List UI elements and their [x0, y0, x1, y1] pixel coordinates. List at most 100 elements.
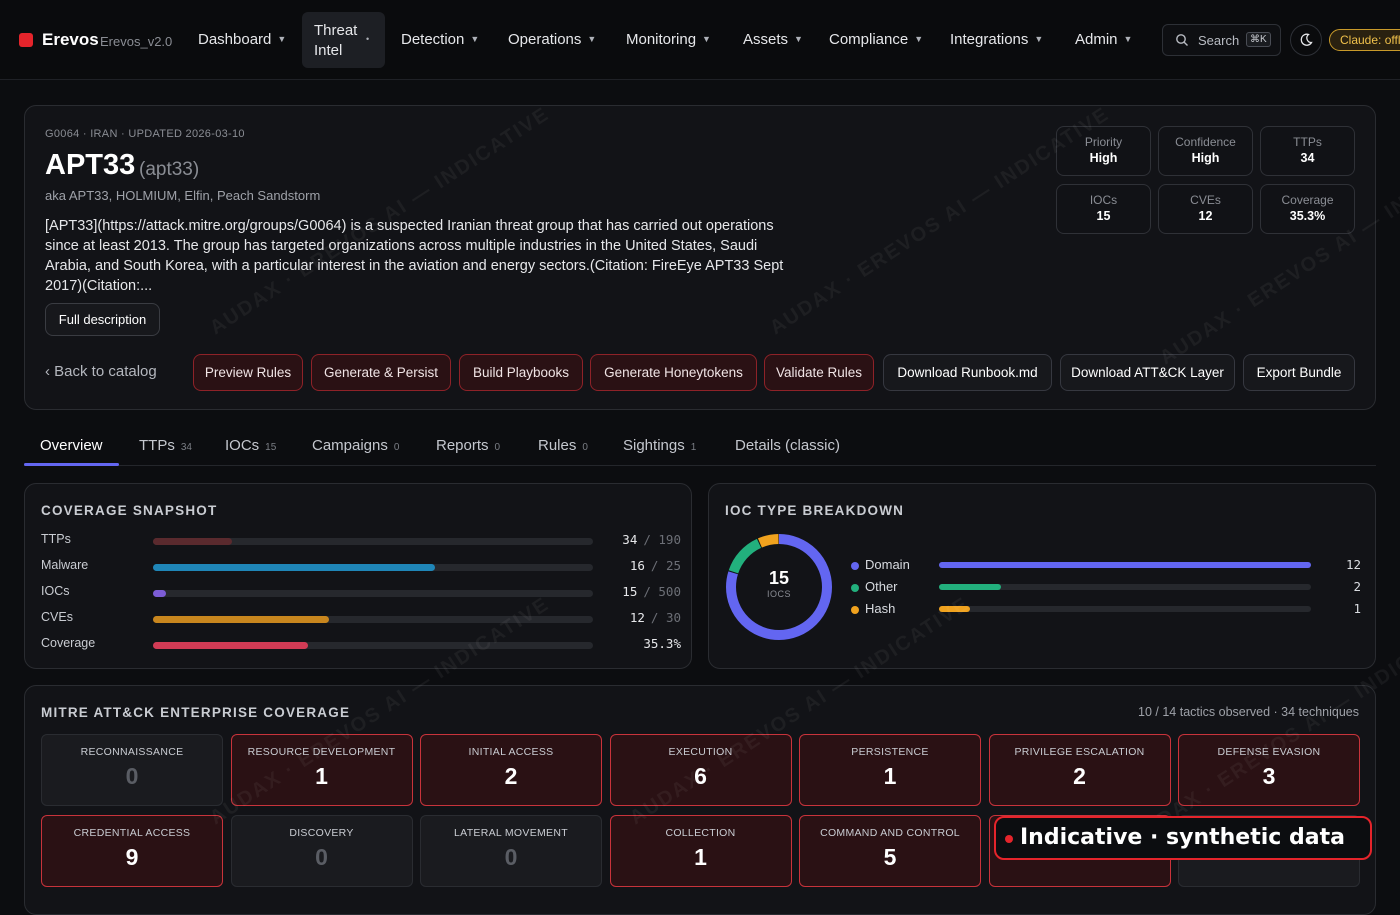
nav-admin[interactable]: Admin ▼: [1075, 31, 1132, 48]
status-dot-icon: [1005, 835, 1013, 843]
ioc-type-label: Other: [865, 579, 898, 594]
tactic-tile-persistence[interactable]: PERSISTENCE 1: [799, 734, 981, 806]
ioc-type-label: Domain: [865, 557, 910, 572]
tactic-tile-initial-access[interactable]: INITIAL ACCESS 2: [420, 734, 602, 806]
download-attack-layer-button[interactable]: Download ATT&CK Layer: [1060, 354, 1235, 391]
tactic-tile-lateral-movement[interactable]: LATERAL MOVEMENT 0: [420, 815, 602, 887]
export-bundle-button[interactable]: Export Bundle: [1243, 354, 1355, 391]
banner-text: Indicative · synthetic data: [1020, 825, 1345, 850]
coverage-bar-fill: [153, 564, 435, 571]
coverage-value: 15 / 500: [622, 584, 681, 599]
chevron-down-icon: ▼: [1123, 34, 1133, 44]
tactic-tile-execution[interactable]: EXECUTION 6: [609, 734, 792, 806]
tactic-name: PERSISTENCE: [851, 746, 929, 758]
ioc-legend-row-domain: Domain 12: [851, 557, 1361, 575]
generate-persist-button[interactable]: Generate & Persist: [311, 354, 451, 391]
coverage-label: CVEs: [41, 610, 73, 624]
coverage-value: 34 / 190: [622, 532, 681, 547]
tab-details-classic[interactable]: Details (classic): [735, 437, 840, 454]
stat-value: 35.3%: [1289, 209, 1326, 223]
tactic-tile-discovery[interactable]: DISCOVERY 0: [230, 815, 413, 887]
tactic-tile-credential-access[interactable]: CREDENTIAL ACCESS 9: [41, 815, 223, 887]
tactic-count: 0: [504, 844, 518, 870]
stat-ttps: TTPs 34: [1260, 126, 1355, 176]
coverage-bar-track: [153, 564, 593, 571]
tab-iocs[interactable]: IOCs 15: [225, 437, 276, 454]
ioc-type-count: 1: [1353, 601, 1361, 616]
stat-priority: Priority High: [1056, 126, 1151, 176]
back-to-catalog-link[interactable]: ‹ Back to catalog: [45, 363, 157, 380]
tab-campaigns[interactable]: Campaigns 0: [312, 437, 399, 454]
ioc-bar-fill: [939, 584, 1001, 590]
legend-dot-icon: [851, 584, 859, 592]
coverage-row-ttps: TTPs 34 / 190: [41, 532, 681, 552]
tactic-name: DEFENSE EVASION: [1217, 746, 1321, 758]
search-icon: [1176, 34, 1188, 46]
nav-integrations[interactable]: Integrations ▼: [950, 31, 1043, 48]
tactic-name: INITIAL ACCESS: [468, 746, 554, 758]
tactic-tile-defense-evasion[interactable]: DEFENSE EVASION 3: [1178, 734, 1360, 806]
ioc-bar-track: [939, 606, 1311, 612]
tab-overview[interactable]: Overview: [40, 437, 103, 454]
brand-name[interactable]: Erevos: [42, 30, 99, 50]
nav-label: Operations: [508, 31, 582, 48]
tactic-name: COLLECTION: [665, 827, 736, 839]
ioc-bar-track: [939, 584, 1311, 590]
ioc-type-count: 12: [1345, 557, 1361, 572]
tactic-count: 1: [694, 844, 707, 870]
active-tab-indicator: [24, 463, 119, 466]
chevron-down-icon: ▼: [702, 34, 711, 44]
stat-label: Priority: [1084, 135, 1123, 149]
coverage-label: Coverage: [41, 636, 96, 650]
tactic-count: 2: [504, 763, 518, 789]
tab-reports[interactable]: Reports 0: [436, 437, 500, 454]
tactic-count: 6: [694, 763, 707, 789]
tab-sightings[interactable]: Sightings 1: [623, 437, 696, 454]
nav-detection[interactable]: Detection ▼: [401, 31, 479, 48]
tab-ttps[interactable]: TTPs 34: [139, 437, 192, 454]
tactic-name: EXECUTION: [668, 746, 733, 758]
claude-status-badge[interactable]: Claude: offline: [1329, 29, 1400, 51]
chevron-down-icon: ▼: [1034, 34, 1044, 44]
build-playbooks-button[interactable]: Build Playbooks: [459, 354, 583, 391]
tab-count: 15: [265, 442, 277, 453]
coverage-value: 35.3%: [643, 636, 681, 651]
tab-label: Rules: [538, 437, 577, 454]
full-description-button[interactable]: Full description: [45, 303, 160, 336]
tab-rules[interactable]: Rules 0: [538, 437, 588, 454]
tab-label: Reports: [436, 437, 489, 454]
coverage-value-denominator: / 30: [650, 610, 681, 625]
nav-threat-intel[interactable]: Threat Intel •: [302, 12, 385, 68]
nav-label: Detection: [401, 31, 465, 48]
nav-monitoring[interactable]: Monitoring ▼: [626, 31, 711, 48]
preview-rules-button[interactable]: Preview Rules: [193, 354, 303, 391]
coverage-row-coverage: Coverage 35.3%: [41, 636, 681, 656]
tactic-tile-collection[interactable]: COLLECTION 1: [609, 815, 792, 887]
validate-rules-button[interactable]: Validate Rules: [764, 354, 874, 391]
tactic-name: COMMAND AND CONTROL: [820, 827, 960, 839]
nav-assets[interactable]: Assets ▼: [743, 31, 803, 48]
nav-label: Integrations: [950, 31, 1029, 48]
tactic-tile-privilege-escalation[interactable]: PRIVILEGE ESCALATION 2: [988, 734, 1171, 806]
generate-honeytokens-button[interactable]: Generate Honeytokens: [590, 354, 757, 391]
stat-label: IOCs: [1089, 193, 1118, 207]
mitre-coverage-card: MITRE ATT&CK ENTERPRISE COVERAGE 10 / 14…: [24, 685, 1376, 915]
tactic-count: 5: [883, 844, 897, 870]
theme-toggle-button[interactable]: [1290, 24, 1322, 56]
tactic-name: PRIVILEGE ESCALATION: [1014, 746, 1145, 758]
actor-slug: (apt33): [139, 159, 200, 180]
search-button[interactable]: Search ⌘K: [1162, 24, 1281, 56]
nav-dashboard[interactable]: Dashboard ▼: [198, 31, 286, 48]
tactic-tile-command-and-control[interactable]: COMMAND AND CONTROL 5: [799, 815, 981, 887]
tab-label: Overview: [40, 437, 103, 454]
tactic-tile-resource-development[interactable]: RESOURCE DEVELOPMENT 1: [230, 734, 413, 806]
nav-operations[interactable]: Operations ▼: [508, 31, 596, 48]
download-runbook-button[interactable]: Download Runbook.md: [883, 354, 1052, 391]
nav-compliance[interactable]: Compliance ▼: [829, 31, 923, 48]
tactic-name: LATERAL MOVEMENT: [454, 827, 568, 839]
coverage-bar-fill: [153, 616, 329, 623]
tactic-name: DISCOVERY: [289, 827, 354, 839]
tactic-tile-reconnaissance[interactable]: RECONNAISSANCE 0: [41, 734, 223, 806]
tab-count: 0: [582, 442, 588, 453]
top-navigation-bar: Erevos Erevos_v2.0 Dashboard ▼ Threat Int…: [0, 0, 1400, 80]
